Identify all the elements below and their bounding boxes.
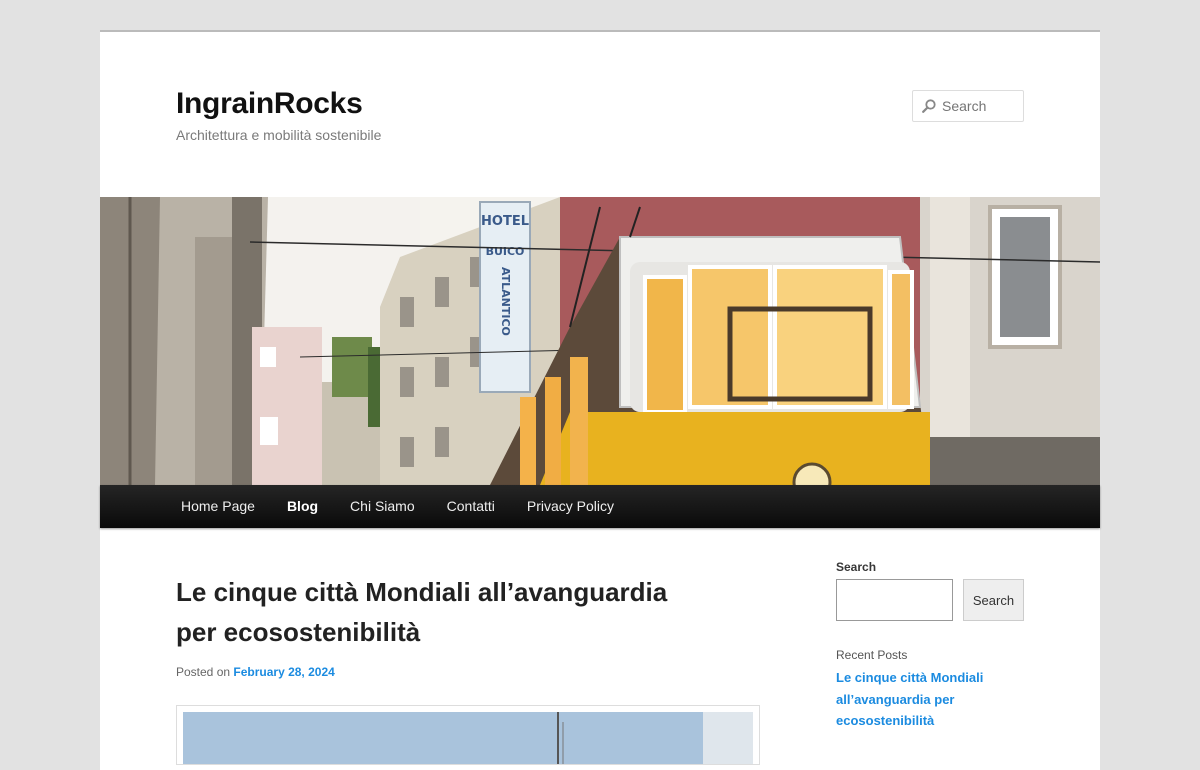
sidebar-search-button[interactable]: Search xyxy=(963,579,1024,621)
recent-post-line1[interactable]: Le cinque città Mondiali xyxy=(836,670,983,685)
site-title-link[interactable]: IngrainRocks xyxy=(176,87,363,120)
header-image: HOTEL BUICO ATLANTICO xyxy=(100,197,1100,485)
site-title: IngrainRocks xyxy=(176,87,363,121)
post-meta: Posted on February 28, 2024 xyxy=(176,665,760,679)
recent-post-link[interactable]: Le cinque città Mondiali all’avanguardia… xyxy=(836,667,1024,732)
sidebar-search-label: Search xyxy=(836,560,877,574)
recent-post-line3[interactable]: ecosostenibilità xyxy=(836,713,934,728)
nav-item-blog[interactable]: Blog xyxy=(271,485,334,528)
hotel-sign-line3: ATLANTICO xyxy=(499,267,512,336)
tram-photo: HOTEL BUICO ATLANTICO xyxy=(100,197,1100,485)
main-content: Le cinque città Mondiali all’avanguardia… xyxy=(176,572,760,765)
site-header: IngrainRocks Architettura e mobilità sos… xyxy=(100,32,1100,197)
post-title-line1[interactable]: Le cinque città Mondiali all’avanguardia xyxy=(176,577,667,607)
post-featured-image[interactable] xyxy=(176,705,760,765)
post-meta-prefix: Posted on xyxy=(176,665,231,679)
sidebar-search-input[interactable] xyxy=(836,579,953,621)
site-description: Architettura e mobilità sostenibile xyxy=(176,127,382,143)
nav-item-home-page[interactable]: Home Page xyxy=(165,485,271,528)
post-title[interactable]: Le cinque città Mondiali all’avanguardia… xyxy=(176,572,760,652)
post-title-line2[interactable]: per ecosostenibilità xyxy=(176,617,420,647)
recent-post-line2[interactable]: all’avanguardia per xyxy=(836,692,955,707)
post-date-link[interactable]: February 28, 2024 xyxy=(233,665,334,679)
recent-posts-title: Recent Posts xyxy=(836,648,908,662)
hotel-sign-line1: HOTEL xyxy=(481,214,529,229)
nav-item-chi-siamo[interactable]: Chi Siamo xyxy=(334,485,431,528)
main-navigation: Home Page Blog Chi Siamo Contatti Privac… xyxy=(100,485,1100,528)
sidebar-search-form: Search xyxy=(836,579,1024,621)
post-image xyxy=(183,712,753,764)
header-search-input[interactable] xyxy=(942,98,1022,114)
nav-item-contatti[interactable]: Contatti xyxy=(431,485,511,528)
nav-item-privacy-policy[interactable]: Privacy Policy xyxy=(511,485,630,528)
page-container: IngrainRocks Architettura e mobilità sos… xyxy=(100,30,1100,770)
magnifier-icon xyxy=(922,99,936,113)
header-search-box[interactable] xyxy=(912,90,1024,122)
sidebar: Search Search Recent Posts Le cinque cit… xyxy=(836,560,1024,732)
